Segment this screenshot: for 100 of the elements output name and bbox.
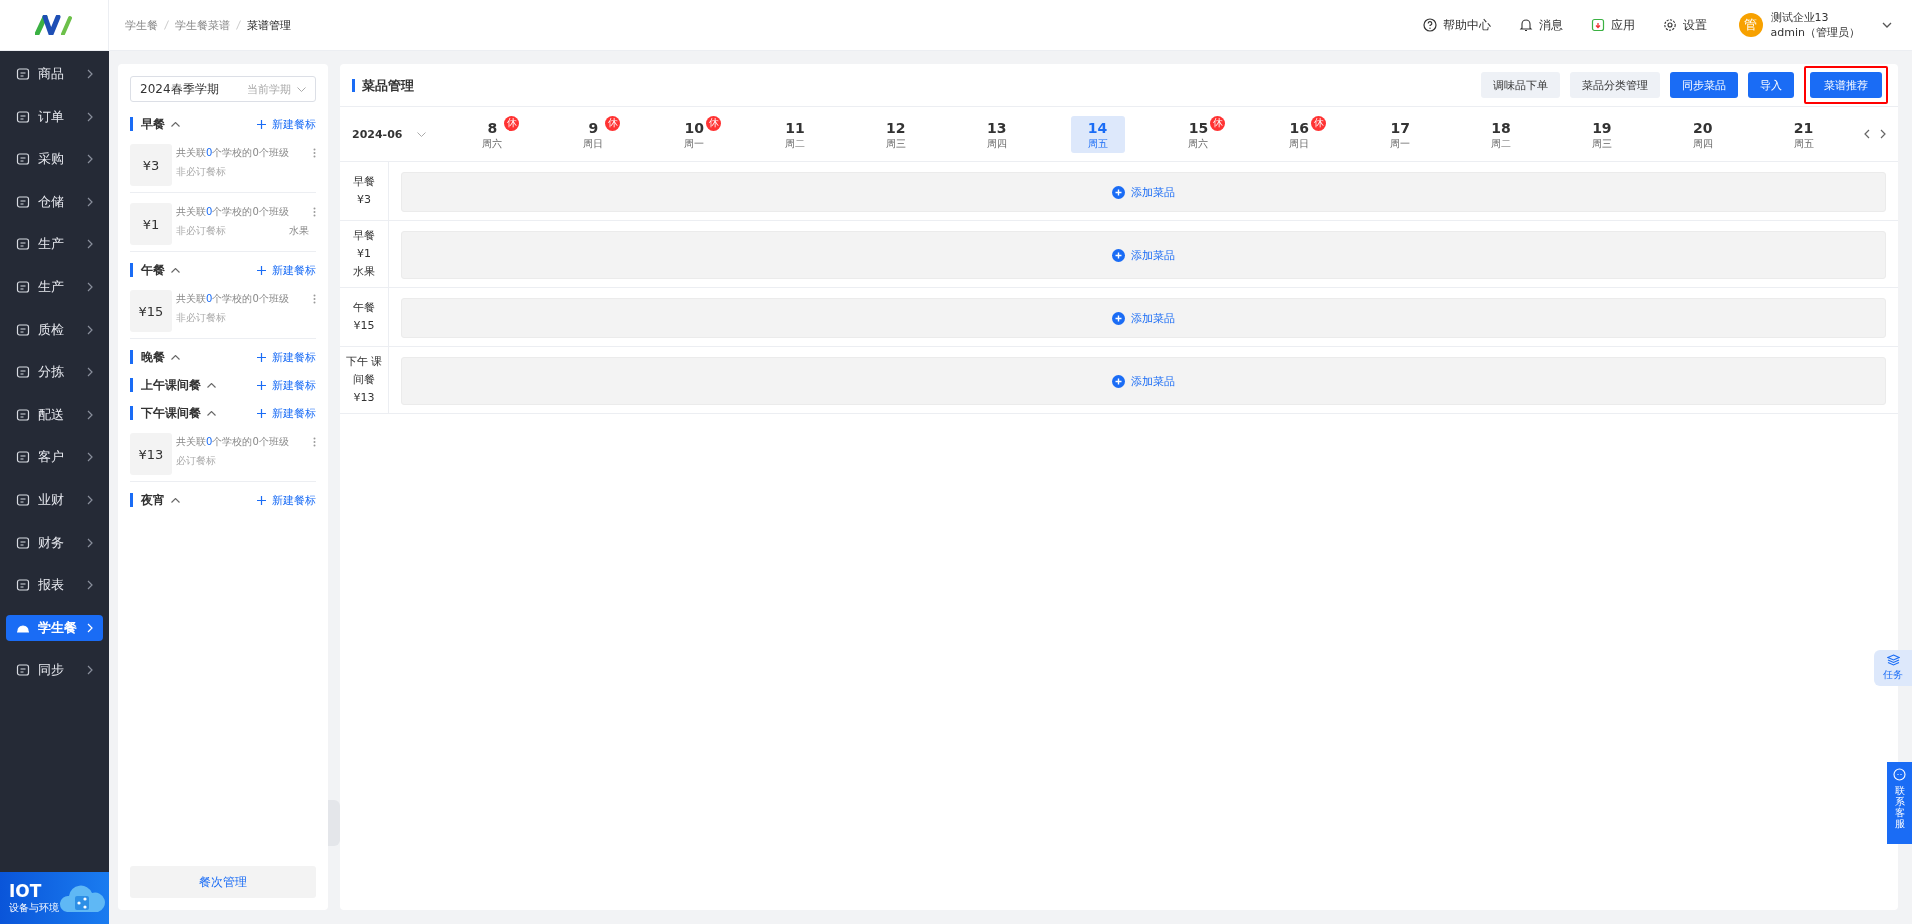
chevron-up-icon[interactable] [207, 410, 216, 416]
header-action[interactable]: 应用 [1590, 16, 1635, 34]
nav-item[interactable]: 业财 [6, 486, 103, 513]
nav-item[interactable]: 同步 [6, 657, 103, 684]
meal-row-label: ¥13 [353, 390, 375, 406]
chevron-right-icon [87, 580, 93, 591]
nav-icon [16, 152, 30, 167]
nav-icon [16, 663, 30, 678]
date-tab[interactable]: 17 周一 [1373, 115, 1428, 153]
month-select[interactable]: 2024-06 [352, 127, 432, 141]
meal-group-title: 早餐 [141, 115, 165, 133]
chevron-down-icon[interactable] [1882, 22, 1892, 28]
plus-icon[interactable] [257, 265, 266, 275]
date-tab[interactable]: 16 周日 休 [1272, 115, 1327, 153]
chevron-right-icon [87, 409, 93, 420]
add-meal-standard-link[interactable]: 新建餐标 [272, 377, 316, 393]
chevron-up-icon[interactable] [171, 267, 180, 273]
meal-standard-type: 非必订餐标 [176, 165, 226, 179]
price-tile: ¥3 [130, 144, 172, 186]
nav-icon [16, 407, 30, 422]
price-tile: ¥1 [130, 203, 172, 245]
nav-item[interactable]: 生产 [6, 231, 103, 258]
nav-item[interactable]: 分拣 [6, 359, 103, 386]
nav-item[interactable]: 学生餐 [6, 614, 103, 641]
date-tab[interactable]: 13 周四 [969, 115, 1024, 153]
meal-manage-button[interactable]: 餐次管理 [130, 866, 316, 898]
meal-row-label: ¥3 [357, 192, 371, 208]
more-icon[interactable] [313, 148, 316, 158]
iot-banner[interactable]: IOT 设备与环境 [0, 872, 109, 924]
more-icon[interactable] [313, 437, 316, 447]
chevron-right-icon [87, 154, 93, 165]
date-tab[interactable]: 12 周三 [868, 115, 923, 153]
date-tab[interactable]: 8 周六 休 [465, 115, 520, 153]
toolbar-button[interactable]: 同步菜品 [1670, 72, 1738, 98]
toolbar-button[interactable]: 菜谱推荐 [1810, 72, 1882, 98]
add-dish-area[interactable]: 添加菜品 [401, 357, 1886, 405]
add-dish-area[interactable]: 添加菜品 [401, 231, 1886, 279]
term-select[interactable]: 2024春季学期 当前学期 [130, 76, 316, 102]
nav-item[interactable]: 采购 [6, 146, 103, 173]
help-icon [1422, 18, 1437, 32]
nav-item[interactable]: 财务 [6, 529, 103, 556]
toolbar-button[interactable]: 菜品分类管理 [1570, 72, 1660, 98]
meal-row-label: 水果 [353, 264, 375, 280]
add-meal-standard-link[interactable]: 新建餐标 [272, 349, 316, 365]
date-tab[interactable]: 19 周三 [1574, 115, 1629, 153]
add-meal-standard-link[interactable]: 新建餐标 [272, 116, 316, 132]
chevron-right-icon [87, 537, 93, 548]
header-action[interactable]: 设置 [1662, 16, 1707, 34]
panel-title: 菜品管理 [352, 78, 414, 92]
date-tab[interactable]: 9 周日 休 [566, 115, 621, 153]
nav-item[interactable]: 配送 [6, 401, 103, 428]
nav-item[interactable]: 仓储 [6, 188, 103, 215]
plus-icon[interactable] [257, 408, 266, 418]
add-icon [1112, 248, 1125, 262]
company-name: 测试企业13 [1770, 10, 1830, 25]
plus-icon[interactable] [257, 495, 266, 505]
contact-service-button[interactable]: 联系客服 [1887, 762, 1912, 844]
date-tab[interactable]: 20 周四 [1675, 115, 1730, 153]
add-meal-standard-link[interactable]: 新建餐标 [272, 492, 316, 508]
user-avatar: 管 [1738, 13, 1763, 37]
breadcrumb-item[interactable]: 学生餐 [125, 17, 158, 33]
nav-item[interactable]: 生产 [6, 273, 103, 300]
nav-item[interactable]: 订单 [6, 103, 103, 130]
chevron-right-icon[interactable] [1880, 129, 1886, 139]
breadcrumb-item[interactable]: 学生餐菜谱 [175, 17, 230, 33]
toolbar-button[interactable]: 导入 [1748, 72, 1794, 98]
header-action[interactable]: 消息 [1518, 16, 1563, 34]
more-icon[interactable] [313, 207, 316, 217]
chevron-left-icon[interactable] [1864, 129, 1870, 139]
chevron-up-icon[interactable] [171, 497, 180, 503]
add-meal-standard-link[interactable]: 新建餐标 [272, 405, 316, 421]
plus-icon[interactable] [257, 380, 266, 390]
header-action[interactable]: 帮助中心 [1422, 16, 1491, 34]
toolbar-button[interactable]: 调味品下单 [1481, 72, 1560, 98]
add-dish-area[interactable]: 添加菜品 [401, 298, 1886, 338]
date-tab[interactable]: 21 周五 [1776, 115, 1831, 153]
price-tile: ¥15 [130, 290, 172, 332]
date-tab[interactable]: 15 周六 休 [1171, 115, 1226, 153]
meal-group-title: 午餐 [141, 261, 165, 279]
add-meal-standard-link[interactable]: 新建餐标 [272, 262, 316, 278]
nav-item[interactable]: 报表 [6, 572, 103, 599]
nav-item[interactable]: 商品 [6, 61, 103, 87]
date-tab[interactable]: 14 周五 [1070, 115, 1125, 153]
nav-item[interactable]: 质检 [6, 316, 103, 343]
date-tab[interactable]: 11 周二 [768, 115, 822, 153]
chevron-up-icon[interactable] [207, 382, 216, 388]
meal-group-title: 晚餐 [141, 348, 165, 366]
more-icon[interactable] [313, 294, 316, 304]
task-button[interactable]: 任务 [1874, 650, 1912, 686]
chevron-up-icon[interactable] [171, 121, 180, 127]
nav-item[interactable]: 客户 [6, 444, 103, 471]
nav-icon [16, 322, 30, 337]
add-dish-area[interactable]: 添加菜品 [401, 172, 1886, 212]
chevron-right-icon [87, 111, 93, 122]
plus-icon[interactable] [257, 119, 266, 129]
chevron-up-icon[interactable] [171, 354, 180, 360]
collapse-handle[interactable] [328, 800, 340, 846]
date-tab[interactable]: 10 周一 休 [667, 115, 722, 153]
plus-icon[interactable] [257, 352, 266, 362]
date-tab[interactable]: 18 周二 [1474, 115, 1528, 153]
